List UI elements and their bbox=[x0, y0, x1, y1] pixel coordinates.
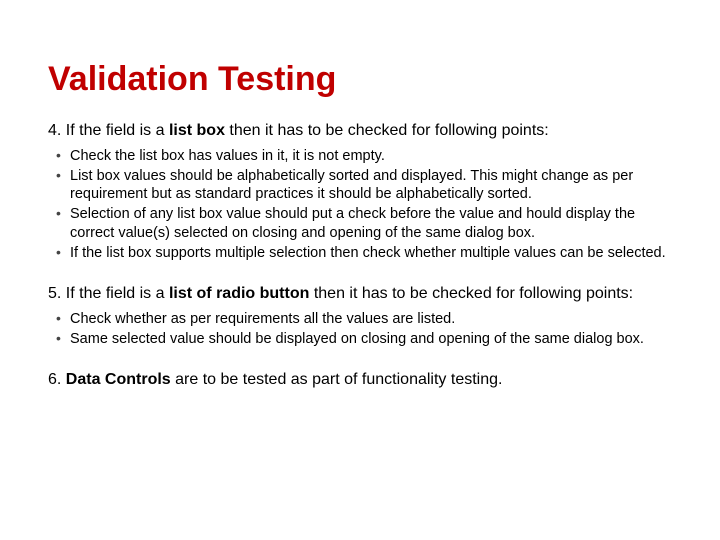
section-5-prefix: 5. If the field is a bbox=[48, 285, 169, 302]
section-5-bold: list of radio button bbox=[169, 285, 309, 302]
section-5-suffix: then it has to be checked for following … bbox=[309, 285, 633, 302]
section-6-prefix: 6. bbox=[48, 371, 66, 388]
list-item: If the list box supports multiple select… bbox=[70, 244, 672, 262]
page-title: Validation Testing bbox=[48, 60, 672, 99]
slide: Validation Testing 4. If the field is a … bbox=[0, 0, 720, 540]
list-item: Check the list box has values in it, it … bbox=[70, 147, 672, 165]
section-4-bullets: Check the list box has values in it, it … bbox=[48, 147, 672, 262]
list-item: Check whether as per requirements all th… bbox=[70, 310, 672, 328]
section-4-heading: 4. If the field is a list box then it ha… bbox=[48, 121, 672, 141]
section-6-heading: 6. Data Controls are to be tested as par… bbox=[48, 370, 672, 390]
list-item: Same selected value should be displayed … bbox=[70, 330, 672, 348]
section-4-suffix: then it has to be checked for following … bbox=[225, 122, 549, 139]
section-5-heading: 5. If the field is a list of radio butto… bbox=[48, 284, 672, 304]
section-5-bullets: Check whether as per requirements all th… bbox=[48, 310, 672, 348]
section-6-bold: Data Controls bbox=[66, 371, 171, 388]
list-item: List box values should be alphabetically… bbox=[70, 167, 672, 203]
section-4-prefix: 4. If the field is a bbox=[48, 122, 169, 139]
list-item: Selection of any list box value should p… bbox=[70, 205, 672, 241]
section-6-suffix: are to be tested as part of functionalit… bbox=[171, 371, 503, 388]
section-4-bold: list box bbox=[169, 122, 225, 139]
